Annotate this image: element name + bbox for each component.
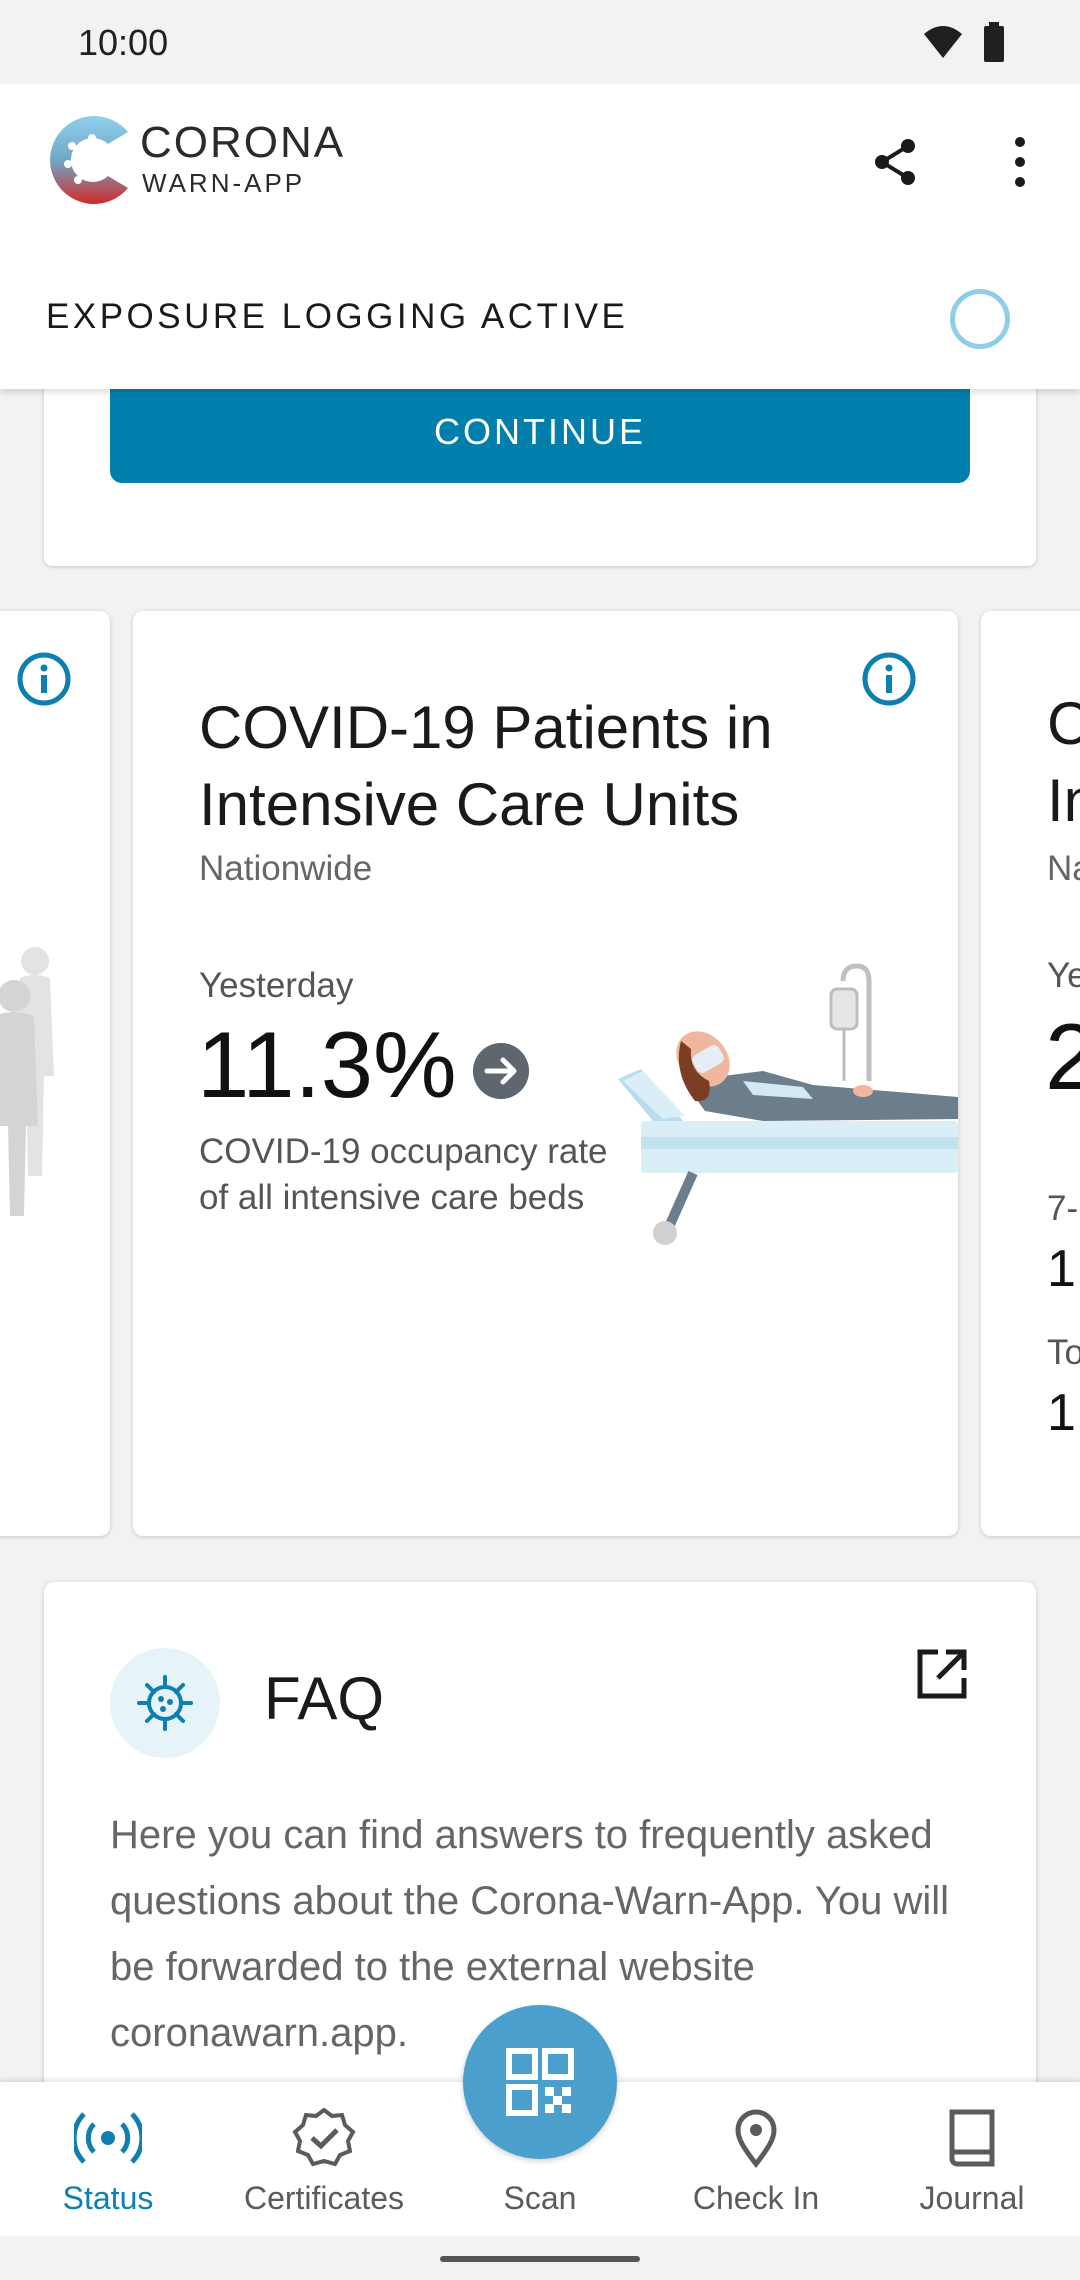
nav-certificates-label: Certificates [243,2180,405,2216]
stats-card-next[interactable]: C In Na Ye 2 7- 1 To 1 [981,611,1080,1536]
peek-row2-value: 1 [1047,1240,1076,1298]
peek-period: Ye [1047,956,1080,995]
peek-row3-label: To [1047,1333,1080,1372]
stats-card-period: Yesterday [199,966,354,1005]
exposure-status-ring-icon [950,289,1010,349]
qr-code-icon [506,2048,574,2116]
nav-journal[interactable]: Journal [864,2082,1080,2236]
brand-subname: WARN-APP [142,168,306,198]
status-icons [922,22,1006,62]
stats-card-value: 11.3% [197,1012,457,1117]
info-icon[interactable] [16,651,72,707]
nav-certificates[interactable]: Certificates [216,2082,432,2236]
nav-status[interactable]: Status [0,2082,216,2236]
scan-button[interactable] [463,2005,617,2159]
icu-patient-illustration [618,963,958,1245]
nav-journal-label: Journal [919,2180,1025,2216]
stats-card-icu[interactable]: COVID-19 Patients in Intensive Care Unit… [133,611,958,1536]
gesture-handle[interactable] [440,2256,640,2262]
gesture-bar [0,2236,1080,2280]
nav-check-in[interactable]: Check In [648,2082,864,2236]
peek-row2-label: 7- [1047,1189,1079,1228]
nav-check-in-label: Check In [692,2180,820,2216]
stats-card-previous[interactable] [0,611,110,1536]
brand-name: CORONA [140,118,346,167]
peek-value: 2 [1045,1004,1080,1109]
journal-book-icon [949,2109,995,2167]
battery-icon [984,22,1004,62]
share-icon[interactable] [868,134,924,190]
stats-card-title: COVID-19 Patients in Intensive Care Unit… [199,694,773,838]
certificate-badge-icon [292,2108,356,2167]
status-time: 10:00 [78,22,169,63]
peek-row3-value: 1 [1047,1384,1076,1442]
app-bar: CORONA WARN-APP [0,84,1080,259]
more-options-icon[interactable] [1000,134,1040,190]
exposure-logging-label: EXPOSURE LOGGING ACTIVE [46,297,629,336]
location-pin-icon [735,2109,777,2168]
external-link-icon[interactable] [914,1646,970,1702]
virus-icon [137,1675,193,1731]
faq-icon-background [110,1648,220,1758]
peek-title-line1: C [1047,690,1080,757]
corona-warn-app-logo-icon [50,116,128,204]
people-silhouette-icon [0,947,54,1216]
peek-subtitle: Na [1047,849,1080,888]
continue-button[interactable]: CONTINUE [110,380,970,483]
stats-card-description: COVID-19 occupancy rate of all intensive… [199,1132,608,1217]
trend-arrow-right-icon [473,1043,529,1099]
nav-status-label: Status [62,2180,154,2216]
status-bar: 10:00 [0,0,1080,84]
stats-card-region: Nationwide [199,849,373,888]
peek-title-line2: In [1047,767,1080,834]
wifi-icon [924,26,962,58]
nav-scan-label: Scan [503,2180,577,2216]
status-broadcast-icon [74,2112,142,2164]
faq-title: FAQ [264,1665,385,1732]
exposure-logging-banner[interactable]: EXPOSURE LOGGING ACTIVE [0,259,1080,389]
